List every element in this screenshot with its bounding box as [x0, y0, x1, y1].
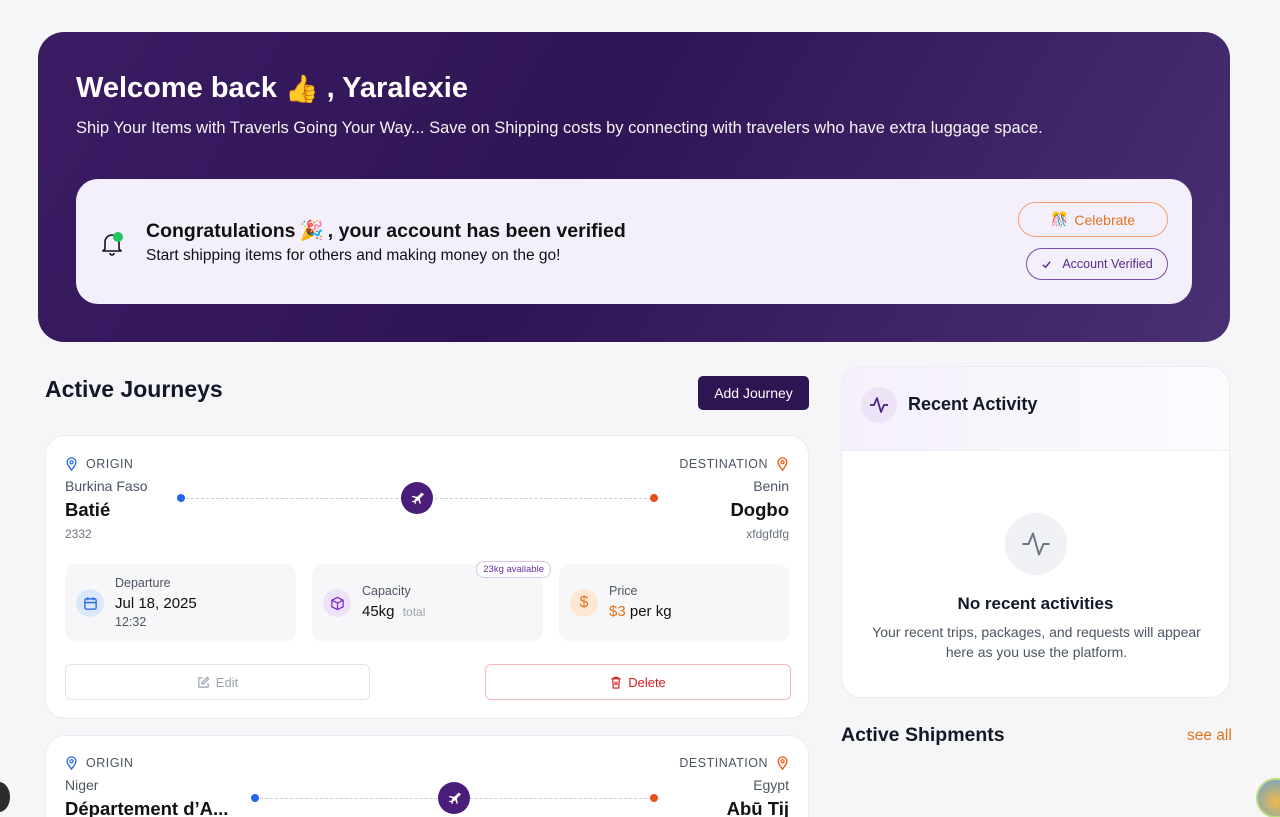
edit-button[interactable]: Edit — [65, 664, 370, 700]
origin-label: ORIGIN — [65, 756, 133, 770]
map-pin-icon — [777, 457, 788, 471]
origin-dot — [177, 494, 185, 502]
origin-city: Département d’A... — [65, 798, 229, 817]
price-unit: per kg — [629, 603, 672, 620]
activity-icon — [861, 387, 897, 423]
journey-card: ORIGIN Burkina Faso Batié 2332 DESTINATI… — [45, 435, 809, 719]
empty-activity-title: No recent activities — [957, 594, 1114, 613]
destination-label: DESTINATION — [679, 756, 789, 770]
bell-icon — [102, 232, 123, 256]
destination-label-text: DESTINATION — [679, 756, 768, 770]
celebrate-label: Celebrate — [1074, 211, 1136, 228]
destination-city: Abū Tij — [726, 798, 789, 817]
origin-country: Niger — [65, 777, 99, 793]
origin-country: Burkina Faso — [65, 478, 148, 494]
destination-code: xfdgfdfg — [746, 527, 789, 541]
recent-activity-card: Recent Activity No recent activities You… — [841, 366, 1230, 698]
verification-card: Congratulations 🎉 , your account has bee… — [76, 179, 1192, 304]
capacity-stat: 23kg available Capacity 45kg total — [312, 561, 551, 642]
origin-dot — [251, 794, 259, 802]
origin-city: Batié — [65, 499, 111, 520]
side-handle[interactable] — [0, 782, 10, 812]
delete-label: Delete — [628, 674, 666, 690]
user-name: , Yaralexie — [326, 72, 468, 104]
origin-code: 2332 — [65, 527, 92, 541]
verification-title: Congratulations 🎉 , your account has bee… — [146, 219, 626, 243]
party-icon: 🎉 — [299, 220, 324, 242]
departure-date: Jul 18, 2025 — [115, 595, 197, 612]
available-badge: 23kg available — [476, 561, 551, 578]
verification-title-suffix: , your account has been verified — [327, 219, 626, 242]
calendar-icon — [76, 589, 104, 617]
destination-label-text: DESTINATION — [679, 457, 768, 471]
account-verified-button[interactable]: Account Verified — [1026, 248, 1168, 280]
active-journeys-title: Active Journeys — [45, 376, 223, 402]
destination-label: DESTINATION — [679, 457, 789, 471]
price-value: $3 per kg — [609, 603, 672, 620]
price-label: Price — [609, 584, 638, 598]
destination-dot — [650, 794, 658, 802]
destination-country: Benin — [753, 478, 789, 494]
price-stat: $ Price $3 per kg — [559, 564, 790, 642]
welcome-title: Welcome back 👍 , Yaralexie — [76, 72, 468, 105]
package-icon — [323, 589, 351, 617]
edit-label: Edit — [215, 674, 239, 690]
welcome-banner: Welcome back 👍 , Yaralexie Ship Your Ite… — [38, 32, 1230, 342]
map-pin-icon — [66, 457, 77, 471]
origin-label: ORIGIN — [65, 457, 133, 471]
verification-title-text: Congratulations — [146, 219, 296, 242]
departure-label: Departure — [115, 576, 171, 590]
see-all-link[interactable]: see all — [1187, 727, 1232, 745]
empty-activity-icon — [1005, 513, 1067, 575]
capacity-label: Capacity — [362, 584, 411, 598]
origin-label-text: ORIGIN — [86, 756, 134, 770]
destination-dot — [650, 494, 658, 502]
map-pin-icon — [777, 756, 788, 770]
map-pin-icon — [66, 756, 77, 770]
destination-country: Egypt — [753, 777, 789, 793]
departure-time: 12:32 — [115, 615, 147, 629]
add-journey-button[interactable]: Add Journey — [698, 376, 809, 410]
edit-icon — [198, 676, 210, 688]
destination-city: Dogbo — [730, 499, 789, 520]
price-amount: $3 — [609, 603, 626, 620]
capacity-amount: 45kg — [362, 603, 395, 620]
empty-activity-text: Your recent trips, packages, and request… — [872, 624, 1201, 660]
journey-card: ORIGIN Niger Département d’A... DESTINAT… — [45, 735, 809, 817]
verification-subtitle: Start shipping items for others and maki… — [146, 247, 561, 264]
active-shipments-title: Active Shipments — [841, 724, 1005, 746]
capacity-value: 45kg total — [362, 603, 425, 620]
welcome-subtitle: Ship Your Items with Traverls Going Your… — [76, 119, 1043, 137]
avatar[interactable] — [1256, 778, 1280, 817]
celebrate-button[interactable]: 🎊 Celebrate — [1018, 202, 1168, 237]
check-icon — [1042, 260, 1052, 268]
origin-label-text: ORIGIN — [86, 457, 134, 471]
dollar-icon: $ — [570, 589, 598, 617]
recent-activity-title: Recent Activity — [908, 394, 1038, 414]
verified-label: Account Verified — [1062, 257, 1153, 271]
plane-icon — [438, 782, 470, 814]
confetti-icon: 🎊 — [1050, 211, 1069, 227]
delete-button[interactable]: Delete — [485, 664, 791, 700]
trash-icon — [611, 676, 621, 689]
welcome-text: Welcome back — [76, 72, 277, 104]
recent-activity-header: Recent Activity — [842, 367, 1229, 451]
thumbs-up-icon: 👍 — [284, 73, 319, 104]
capacity-unit: total — [402, 605, 426, 619]
plane-icon — [401, 482, 433, 514]
departure-stat: Departure Jul 18, 2025 12:32 — [65, 564, 296, 642]
